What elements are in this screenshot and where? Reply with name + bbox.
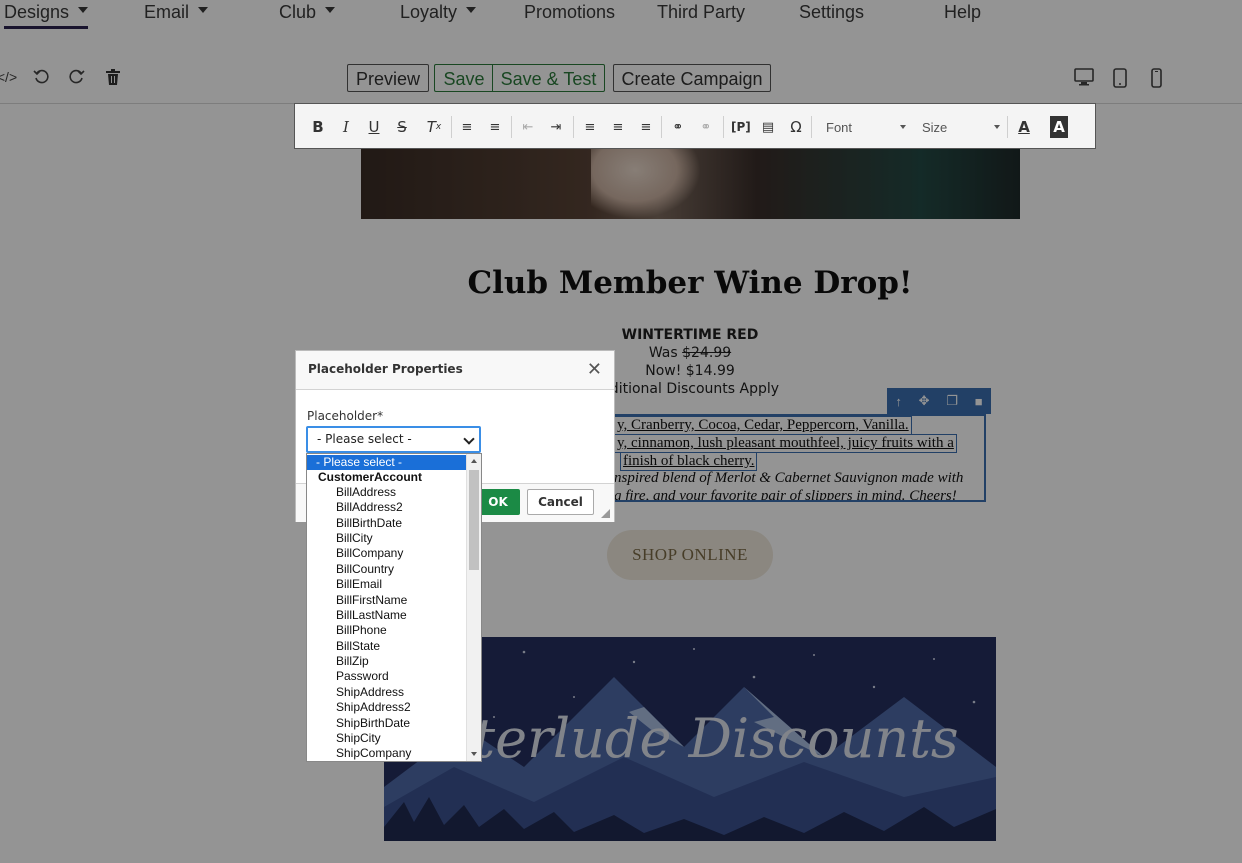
placeholder-field-label: Placeholder*	[307, 409, 384, 423]
scroll-up-icon[interactable]	[471, 459, 477, 463]
resize-grip-icon[interactable]	[601, 509, 610, 518]
list-item[interactable]: BillFirstName	[307, 593, 481, 608]
placeholder-options-list: - Please select - CustomerAccount BillAd…	[306, 453, 482, 762]
align-center-icon[interactable]: ≡	[609, 116, 627, 138]
special-char-icon[interactable]: Ω	[787, 116, 805, 138]
dialog-title: Placeholder Properties	[308, 362, 463, 376]
list-item[interactable]: BillCity	[307, 531, 481, 546]
unlink-icon[interactable]: ⚭	[697, 116, 715, 138]
list-item[interactable]: Password	[307, 669, 481, 684]
list-item[interactable]: ShipBirthDate	[307, 716, 481, 731]
list-item[interactable]: BillBirthDate	[307, 516, 481, 531]
option-please-select[interactable]: - Please select -	[307, 455, 476, 470]
cancel-button[interactable]: Cancel	[527, 489, 594, 515]
list-item[interactable]: BillEmail	[307, 577, 481, 592]
align-right-icon[interactable]: ≡	[637, 116, 655, 138]
placeholder-select-value: - Please select -	[317, 432, 412, 446]
clear-format-icon[interactable]: Tx	[425, 116, 443, 138]
text-color-icon[interactable]: A	[1015, 116, 1033, 138]
placeholder-select[interactable]: - Please select -	[306, 426, 481, 453]
close-icon[interactable]: ✕	[587, 359, 602, 380]
list-item[interactable]: ShipCity	[307, 731, 481, 746]
font-select[interactable]: Font	[826, 116, 906, 138]
list-item[interactable]: ShipAddress	[307, 685, 481, 700]
align-left-icon[interactable]: ≡	[581, 116, 599, 138]
scrollbar-thumb[interactable]	[469, 470, 479, 570]
list-item[interactable]: BillAddress	[307, 485, 481, 500]
size-select-label: Size	[922, 119, 948, 135]
scroll-down-icon[interactable]	[471, 752, 477, 756]
dialog-header: Placeholder Properties ✕	[296, 351, 614, 390]
modal-backdrop[interactable]	[0, 149, 1242, 863]
outdent-icon[interactable]: ⇤	[519, 116, 537, 138]
list-item[interactable]: ShipAddress2	[307, 700, 481, 715]
chevron-down-icon	[463, 433, 475, 445]
list-item[interactable]: ShipCompany	[307, 746, 481, 761]
list-item[interactable]: BillLastName	[307, 608, 481, 623]
horizontal-rule-icon[interactable]: ▤	[759, 116, 777, 138]
list-item[interactable]: BillCompany	[307, 546, 481, 561]
list-item[interactable]: BillPhone	[307, 623, 481, 638]
size-select[interactable]: Size	[922, 116, 1000, 138]
font-select-label: Font	[826, 119, 853, 135]
list-item[interactable]: BillAddress2	[307, 500, 481, 515]
numbered-list-icon[interactable]: ≡	[458, 116, 476, 138]
option-group-customeraccount: CustomerAccount	[318, 470, 423, 484]
strikethrough-icon[interactable]: S	[393, 116, 411, 138]
list-item[interactable]: BillState	[307, 639, 481, 654]
underline-icon[interactable]: U	[365, 116, 383, 138]
list-item[interactable]: BillZip	[307, 654, 481, 669]
bullet-list-icon[interactable]: ≡	[486, 116, 504, 138]
background-color-icon[interactable]: A	[1050, 116, 1068, 138]
dropdown-scrollbar[interactable]	[466, 454, 481, 761]
list-item[interactable]: BillCountry	[307, 562, 481, 577]
italic-icon[interactable]: I	[337, 116, 355, 138]
ok-button[interactable]: OK	[476, 489, 520, 515]
link-icon[interactable]: ⚭	[669, 116, 687, 138]
bold-icon[interactable]: B	[309, 116, 327, 138]
indent-icon[interactable]: ⇥	[547, 116, 565, 138]
placeholder-icon[interactable]: [P]	[731, 116, 751, 138]
rich-text-toolbar: B I U S Tx ≡ ≡ ⇤ ⇥ ≡ ≡ ≡ ⚭ ⚭ [P] ▤ Ω Fon…	[294, 103, 1096, 149]
